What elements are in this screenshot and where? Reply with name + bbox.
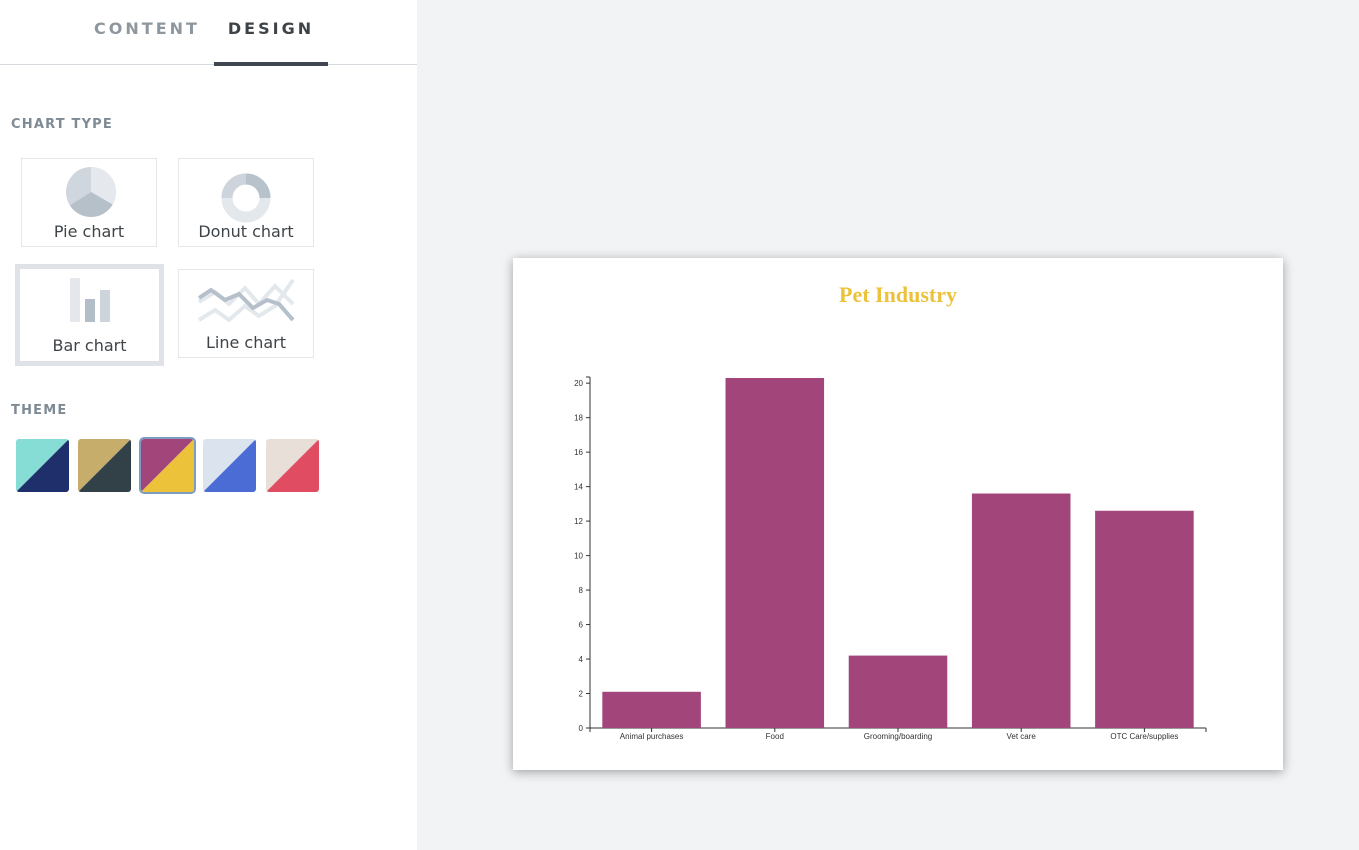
chart-type-bar[interactable]: Bar chart <box>15 264 164 366</box>
theme-swatch-gold-slate[interactable] <box>78 439 131 492</box>
chart-type-pie[interactable]: Pie chart <box>21 158 157 247</box>
x-tick-label: Animal purchases <box>620 732 684 741</box>
x-tick-label: Food <box>766 732 784 741</box>
chart-preview-card: Pet Industry 0 2 4 6 8 10 12 14 16 18 20 Animal pur… <box>513 258 1283 770</box>
chart-type-line[interactable]: Line chart <box>178 269 314 358</box>
bar <box>1095 510 1194 728</box>
x-tick-label: OTC Care/supplies <box>1110 732 1178 741</box>
chart-type-label: Donut chart <box>198 222 294 241</box>
chart-type-donut[interactable]: Donut chart <box>178 158 314 247</box>
chart-type-label: Bar chart <box>52 336 127 355</box>
bar <box>602 691 701 728</box>
x-tick-label: Grooming/boarding <box>864 732 932 741</box>
x-tick-label: Vet care <box>1007 732 1037 741</box>
theme-swatch-ice-blue[interactable] <box>203 439 256 492</box>
panel-tabs: CONTENT DESIGN <box>0 0 417 66</box>
y-tick-label: 12 <box>574 517 583 526</box>
chart-title: Pet Industry <box>839 282 957 307</box>
bar <box>725 378 825 728</box>
theme-swatch-plum-yellow[interactable] <box>139 437 196 494</box>
y-tick-label: 10 <box>574 552 583 561</box>
tab-content[interactable]: CONTENT <box>84 0 210 62</box>
design-panel: CONTENT DESIGN CHART TYPE Pie chart Donu… <box>0 0 417 850</box>
theme-swatch-teal-navy[interactable] <box>16 439 69 492</box>
bar <box>971 493 1071 728</box>
y-tick-label: 16 <box>574 448 583 457</box>
y-tick-label: 8 <box>579 586 584 595</box>
y-tick-label: 0 <box>579 724 584 733</box>
plot-area: 0 2 4 6 8 10 12 14 16 18 20 Animal purchases Food Gro… <box>574 376 1207 741</box>
y-tick-label: 6 <box>579 621 584 630</box>
chart-type-label: Pie chart <box>53 222 125 241</box>
y-tick-label: 2 <box>579 690 584 699</box>
y-tick-label: 18 <box>574 414 583 423</box>
bar-chart: Pet Industry 0 2 4 6 8 10 12 14 16 18 20 Animal pur… <box>574 282 1207 741</box>
theme-heading: THEME <box>11 403 68 418</box>
chart-type-heading: CHART TYPE <box>11 117 113 132</box>
chart-type-label: Line chart <box>205 333 287 352</box>
y-tick-label: 20 <box>574 379 583 388</box>
bar <box>848 655 948 728</box>
theme-swatch-sand-red[interactable] <box>266 439 319 492</box>
y-tick-label: 4 <box>579 655 584 664</box>
y-tick-label: 14 <box>574 483 583 492</box>
tab-design[interactable]: DESIGN <box>214 0 328 66</box>
